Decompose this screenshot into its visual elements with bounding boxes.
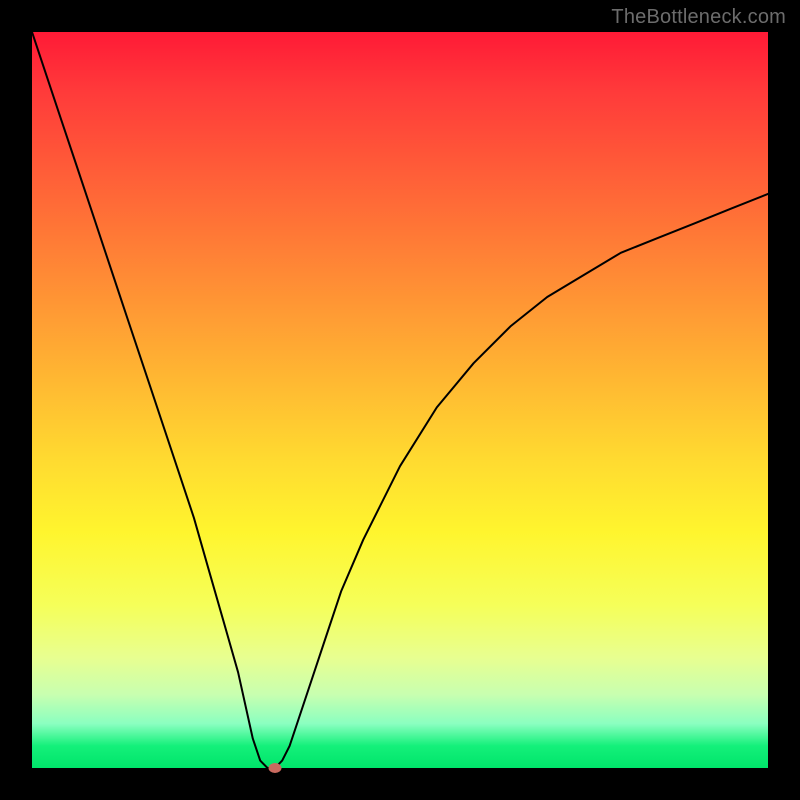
bottleneck-curve [32,32,768,768]
chart-frame: TheBottleneck.com [0,0,800,800]
plot-area [32,32,768,768]
minimum-marker [268,763,281,773]
watermark-text: TheBottleneck.com [611,6,786,29]
